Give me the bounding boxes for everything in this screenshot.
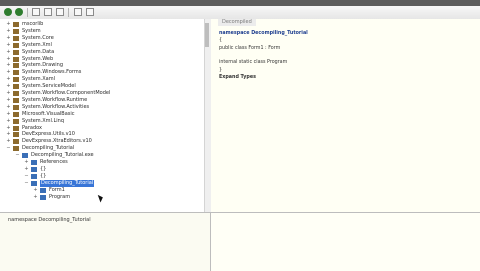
namespace-icon xyxy=(40,194,46,200)
expand-icon[interactable]: + xyxy=(24,160,29,165)
code-line: internal static class Program xyxy=(219,60,288,66)
new-icon[interactable] xyxy=(32,8,40,16)
assembly-icon xyxy=(13,28,19,34)
assembly-icon xyxy=(13,22,19,27)
expand-icon[interactable]: + xyxy=(6,70,11,75)
namespace-icon xyxy=(40,187,46,193)
expand-icon[interactable]: + xyxy=(6,132,11,137)
assembly-icon xyxy=(13,97,19,103)
application-window: + mscorlib + System + System.Core + System.Xml +… xyxy=(0,0,480,271)
expand-icon[interactable]: + xyxy=(6,56,11,62)
toolbar xyxy=(0,6,480,20)
code-line: Expand Types xyxy=(219,74,256,80)
expand-icon[interactable]: + xyxy=(6,63,11,68)
assembly-icon xyxy=(13,42,19,48)
assembly-icon xyxy=(13,111,19,117)
namespace-icon xyxy=(31,173,37,179)
back-icon[interactable] xyxy=(4,8,12,16)
toolbar-separator xyxy=(68,8,69,17)
expand-icon[interactable]: + xyxy=(6,22,11,27)
code-line: namespace Decompiling_Tutorial xyxy=(219,31,308,36)
assembly-icon xyxy=(13,146,19,152)
scroll-thumb[interactable] xyxy=(205,23,209,47)
namespace-icon xyxy=(31,160,37,165)
expand-icon[interactable]: + xyxy=(6,49,11,55)
expand-icon[interactable]: + xyxy=(33,194,38,200)
toolbar-separator xyxy=(27,8,28,17)
namespace-label: namespace Decompiling_Tutorial xyxy=(8,217,91,223)
assembly-icon xyxy=(13,63,19,69)
code-line: } xyxy=(219,67,223,73)
expand-icon[interactable]: + xyxy=(6,77,11,82)
assembly-icon xyxy=(13,91,19,96)
assembly-icon xyxy=(13,70,19,76)
assembly-icon xyxy=(13,56,19,62)
save-icon[interactable] xyxy=(56,8,64,16)
expand-icon[interactable]: + xyxy=(6,97,11,103)
tree-item-label: Program xyxy=(49,193,71,200)
assembly-icon xyxy=(13,104,19,110)
expand-icon[interactable]: + xyxy=(6,35,11,41)
assembly-tree[interactable]: + mscorlib + System + System.Core + System.Xml +… xyxy=(0,19,211,212)
assembly-icon xyxy=(13,49,19,55)
assembly-icon xyxy=(13,118,19,124)
expand-icon[interactable]: + xyxy=(6,118,11,124)
search-icon[interactable] xyxy=(74,8,82,16)
expand-icon[interactable]: + xyxy=(6,139,11,144)
assembly-icon xyxy=(13,35,19,41)
assembly-icon xyxy=(13,77,19,83)
assembly-icon xyxy=(13,139,19,145)
namespace-info-pane: namespace Decompiling_Tutorial xyxy=(0,212,211,271)
collapse-icon[interactable]: − xyxy=(15,153,20,158)
code-line: public class Form1 : Form xyxy=(219,45,281,51)
namespace-icon xyxy=(31,166,37,172)
expand-icon[interactable]: + xyxy=(6,84,11,89)
forward-icon[interactable] xyxy=(15,8,23,16)
expand-icon[interactable]: + xyxy=(33,187,38,193)
settings-icon[interactable] xyxy=(86,8,94,16)
collapse-icon[interactable]: − xyxy=(6,146,11,151)
code-line: { xyxy=(219,38,223,44)
expand-icon[interactable]: + xyxy=(6,42,11,48)
tree-scrollbar[interactable] xyxy=(204,19,211,212)
open-icon[interactable] xyxy=(44,8,52,16)
assembly-icon xyxy=(13,125,19,131)
expand-icon[interactable]: + xyxy=(6,125,11,131)
collapse-icon[interactable]: − xyxy=(24,173,29,179)
assembly-icon xyxy=(13,132,19,138)
namespace-icon xyxy=(31,180,37,186)
collapse-icon[interactable]: − xyxy=(24,180,29,186)
expand-icon[interactable]: + xyxy=(6,91,11,96)
expand-icon[interactable]: + xyxy=(6,104,11,110)
expand-icon[interactable]: + xyxy=(6,111,11,117)
details-pane xyxy=(211,212,480,271)
code-tab-title[interactable]: Decompiled xyxy=(218,19,256,26)
expand-icon[interactable]: + xyxy=(6,28,11,34)
assembly-icon xyxy=(13,84,19,90)
expand-icon[interactable]: + xyxy=(24,166,29,172)
namespace-icon xyxy=(22,153,28,159)
